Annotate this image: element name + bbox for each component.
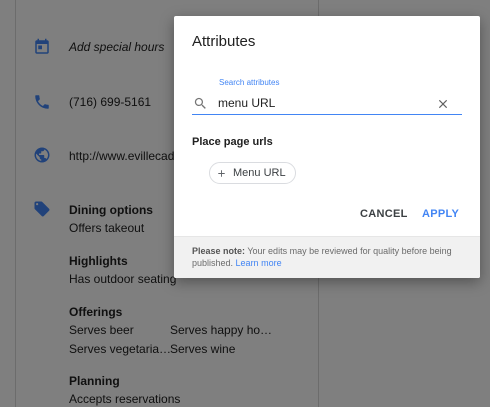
search-input[interactable] (218, 94, 428, 112)
dialog-footer: Please note: Your edits may be reviewed … (174, 236, 480, 278)
learn-more-link[interactable]: Learn more (236, 258, 282, 268)
menu-url-chip[interactable]: Menu URL (209, 162, 296, 184)
footer-note-label: Please note: (192, 246, 246, 256)
footer-note: Please note: Your edits may be reviewed … (192, 245, 464, 269)
chip-label: Menu URL (233, 167, 286, 179)
close-icon[interactable] (436, 97, 450, 111)
cancel-button[interactable]: CANCEL (356, 206, 412, 222)
search-underline (192, 114, 462, 115)
attributes-dialog: Attributes Search attributes Place page … (174, 16, 480, 278)
apply-button[interactable]: APPLY (418, 206, 463, 222)
search-icon (194, 97, 206, 109)
search-label: Search attributes (219, 78, 280, 87)
plus-icon (218, 169, 225, 177)
dialog-title: Attributes (192, 33, 256, 50)
section-title-place-page-urls: Place page urls (192, 136, 273, 148)
